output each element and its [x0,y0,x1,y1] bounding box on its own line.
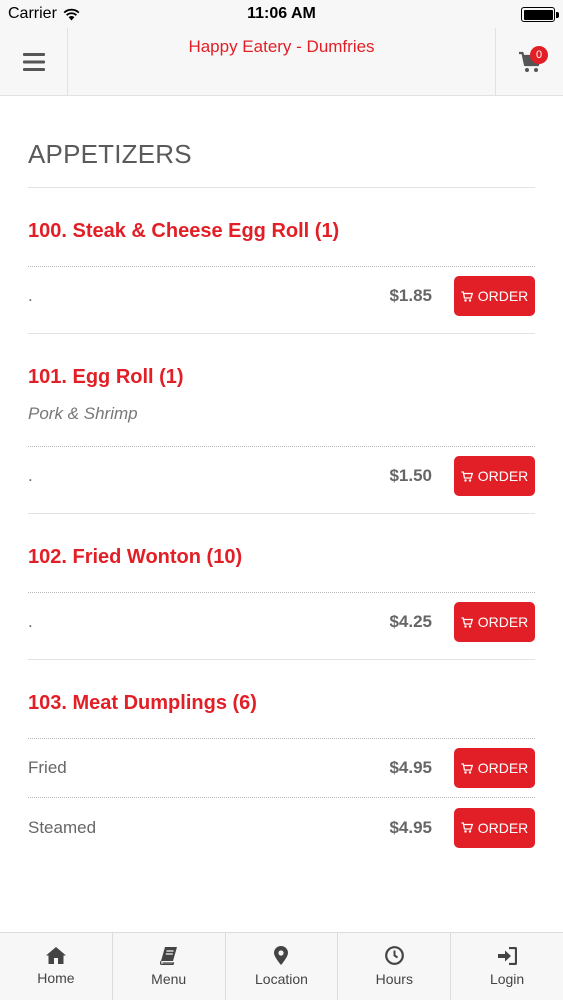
book-icon [159,946,177,965]
cart-icon [461,616,473,628]
price-row: . $1.85 ORDER [28,267,535,325]
hamburger-icon [22,52,45,71]
order-button-label: ORDER [477,288,529,304]
order-button[interactable]: ORDER [454,807,535,848]
sign-in-icon [498,946,518,965]
item-price: $4.95 [389,817,432,837]
item-price: $1.50 [389,466,432,485]
price-row: . $4.25 ORDER [28,593,535,651]
home-icon [45,947,66,964]
price-row: Steamed $4.95 ORDER [28,797,535,857]
size-label: Steamed [28,817,97,837]
cart-icon [461,470,473,482]
size-label: . [28,612,33,631]
item-price: $4.25 [389,612,432,631]
order-button-label: ORDER [477,760,529,776]
order-button[interactable]: ORDER [454,602,535,642]
nav-menu[interactable]: Menu [113,933,226,1000]
status-bar: Carrier 11:06 AM [0,0,563,28]
cart-button[interactable]: 0 [495,28,563,95]
cart-count-badge: 0 [530,46,548,64]
item-name[interactable]: 103. Meat Dumplings (6) [28,690,535,716]
clock-time: 11:06 AM [247,5,316,22]
page-title: Happy Eatery - Dumfries [188,37,375,56]
menu-content: APPETIZERS 100. Steak & Cheese Egg Roll … [28,97,535,865]
cart-icon [461,822,473,833]
battery-icon [521,7,559,22]
app-header: Happy Eatery - Dumfries 0 [0,28,563,96]
size-label: Fried [28,758,67,777]
nav-location[interactable]: Location [226,933,339,1000]
nav-label: Login [489,970,525,987]
size-label: . [28,466,33,485]
nav-login[interactable]: Login [451,933,563,1000]
item-description: Pork & Shrimp [28,404,138,423]
order-button-label: ORDER [477,614,529,630]
price-row: . $1.50 ORDER [28,447,535,505]
item-name[interactable]: 102. Fried Wonton (10) [28,544,535,570]
order-button[interactable]: ORDER [454,748,535,788]
nav-home[interactable]: Home [0,933,113,1000]
order-button-label: ORDER [477,819,529,836]
nav-label: Hours [375,971,413,987]
cart-icon [461,290,473,302]
section-title: APPETIZERS [28,139,192,169]
cart-icon [461,762,473,774]
bottom-nav: Home Menu Location Hours Login [0,932,563,1000]
order-button[interactable]: ORDER [454,276,535,316]
item-price: $4.95 [389,758,432,777]
order-button-label: ORDER [477,468,529,484]
nav-label: Menu [151,970,187,987]
nav-label: Home [37,970,75,986]
menu-item: 101. Egg Roll (1) Pork & Shrimp . $1.50 … [28,334,535,514]
map-pin-icon [274,946,289,965]
clock-icon [384,946,404,965]
item-price: $1.85 [389,286,432,305]
price-row: Fried $4.95 ORDER [28,739,535,797]
item-name[interactable]: 100. Steak & Cheese Egg Roll (1) [28,218,535,244]
menu-item: 102. Fried Wonton (10) . $4.25 ORDER [28,514,535,660]
nav-hours[interactable]: Hours [338,933,452,1000]
menu-item: 100. Steak & Cheese Egg Roll (1) . $1.85… [28,188,535,334]
size-label: . [28,286,33,305]
menu-toggle-button[interactable] [0,28,68,95]
order-button[interactable]: ORDER [454,456,535,496]
nav-label: Location [255,971,308,987]
item-name[interactable]: 101. Egg Roll (1) [28,364,535,390]
menu-item: 103. Meat Dumplings (6) Fried $4.95 ORDE… [28,660,535,865]
